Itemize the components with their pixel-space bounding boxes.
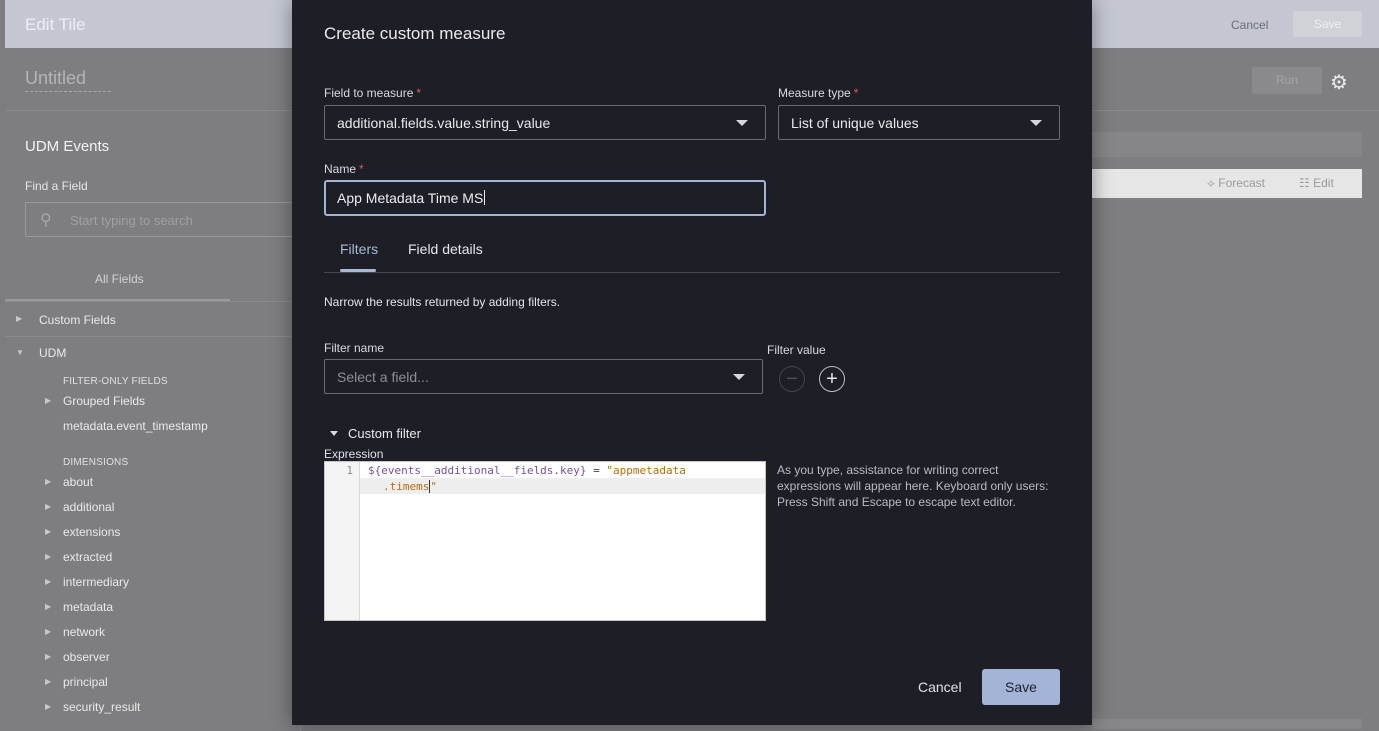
chevron-right-icon[interactable]: ▶ [45,552,51,561]
chevron-down-icon [1030,120,1042,126]
sidebar-heading: UDM Events [25,138,110,155]
chevron-right-icon[interactable]: ▶ [45,527,51,536]
code-line: ${events__additional__fields.key} = "app… [368,464,686,477]
tree-item[interactable]: security_result [63,700,140,714]
name-label-text: Name [324,162,357,176]
remove-filter-button[interactable]: − [779,366,805,392]
header-save-button[interactable]: Save [1293,11,1362,37]
visualization-footer [1092,719,1362,729]
editor-gutter: 1 [325,462,360,620]
text-cursor [484,190,486,205]
visualization-bar [1092,132,1362,157]
tabs-divider [324,272,1060,273]
field-search-input[interactable]: ⚲ Start typing to search [25,202,295,237]
tab-field-details[interactable]: Field details [408,241,483,257]
add-filter-button[interactable]: + [819,366,845,392]
chevron-down-icon [736,120,748,126]
required-mark: * [416,86,422,100]
chevron-right-icon[interactable]: ▶ [45,627,51,636]
tree-item[interactable]: metadata.event_timestamp [63,419,208,433]
name-value: App Metadata Time MS [337,190,484,206]
code-string-end: " [429,480,437,493]
cancel-button[interactable]: Cancel [918,679,962,695]
chevron-down-icon[interactable]: ▼ [16,348,24,357]
tree-item[interactable]: network [63,625,105,639]
create-custom-measure-dialog: Create custom measure Field to measure * … [292,0,1092,725]
tile-name[interactable]: Untitled [25,68,111,92]
tree-item[interactable]: observer [63,650,110,664]
field-to-measure-value: additional.fields.value.string_value [337,115,551,131]
tree-item[interactable]: extracted [63,550,112,564]
chevron-right-icon[interactable]: ▶ [45,502,51,511]
divider [5,336,295,337]
chevron-right-icon[interactable]: ▶ [45,577,51,586]
section-heading: DIMENSIONS [63,457,129,468]
tree-group-udm[interactable]: UDM [39,346,66,360]
filter-name-label: Filter name [324,341,385,355]
tab-all-fields[interactable]: All Fields [95,272,144,286]
measure-type-label-text: Measure type [778,86,851,100]
chevron-right-icon[interactable]: ▶ [45,702,51,711]
header-cancel-button[interactable]: Cancel [1231,18,1268,32]
measure-type-select[interactable]: List of unique values [778,105,1060,140]
expression-editor[interactable]: 1 ${events__additional__fields.key} = "a… [324,461,766,621]
name-label: Name * [324,162,364,176]
gear-icon[interactable]: ⚙ [1330,70,1348,95]
tree-item[interactable]: principal [63,675,108,689]
custom-filter-toggle[interactable]: Custom filter [348,426,421,441]
chevron-right-icon[interactable]: ▶ [45,602,51,611]
expression-label: Expression [324,447,384,461]
visualization-toolbar: ⟡ Forecast ☷ Edit [1092,169,1362,198]
code-string: "appmetadata [606,464,686,477]
measure-type-label: Measure type * [778,86,858,100]
section-heading: FILTER-ONLY FIELDS [63,376,168,387]
edit-button[interactable]: ☷ Edit [1299,176,1334,190]
required-mark: * [853,86,859,100]
chevron-right-icon[interactable]: ▶ [45,477,51,486]
field-to-measure-label-text: Field to measure [324,86,414,100]
dialog-title: Create custom measure [324,24,506,43]
tree-group-custom-fields[interactable]: Custom Fields [39,313,116,327]
chevron-down-icon [733,374,745,380]
measure-type-value: List of unique values [791,115,919,131]
filter-name-select[interactable]: Select a field... [324,359,763,394]
line-number: 1 [346,464,353,477]
find-field-label: Find a Field [25,179,88,193]
tree-item[interactable]: about [63,475,93,489]
search-placeholder: Start typing to search [70,213,193,228]
tree-item[interactable]: intermediary [63,575,129,589]
tree-item[interactable]: additional [63,500,114,514]
name-input[interactable]: App Metadata Time MS [324,180,766,216]
chevron-right-icon[interactable]: ▶ [45,396,51,405]
code-operator: = [586,464,607,477]
filter-value-label: Filter value [767,343,826,357]
field-to-measure-label: Field to measure * [324,86,421,100]
chevron-right-icon[interactable]: ▶ [45,652,51,661]
search-icon: ⚲ [40,212,52,229]
field-to-measure-select[interactable]: additional.fields.value.string_value [324,105,766,140]
required-mark: * [359,162,364,176]
edit-label: Edit [1313,176,1334,190]
tree-item[interactable]: extensions [63,525,120,539]
tab-filters[interactable]: Filters [340,241,378,257]
code-string: .timems [383,480,430,493]
save-button[interactable]: Save [982,669,1060,705]
tree-item[interactable]: metadata [63,600,113,614]
chevron-down-icon[interactable] [330,431,338,436]
chevron-right-icon[interactable]: ▶ [16,314,22,323]
code-variable: ${events__additional__fields.key} [368,464,587,477]
forecast-button[interactable]: ⟡ Forecast [1207,176,1265,191]
filters-description: Narrow the results returned by adding fi… [324,295,561,309]
code-line-wrap: .timems" [383,480,437,493]
divider [5,301,295,302]
chevron-right-icon[interactable]: ▶ [45,677,51,686]
page-title: Edit Tile [25,15,86,34]
name-input-value: App Metadata Time MS [337,190,486,206]
run-button[interactable]: Run [1252,67,1322,94]
tree-item[interactable]: Grouped Fields [63,394,145,408]
filter-name-placeholder: Select a field... [337,369,429,385]
forecast-label: Forecast [1218,176,1265,190]
expression-hint: As you type, assistance for writing corr… [777,463,1049,509]
